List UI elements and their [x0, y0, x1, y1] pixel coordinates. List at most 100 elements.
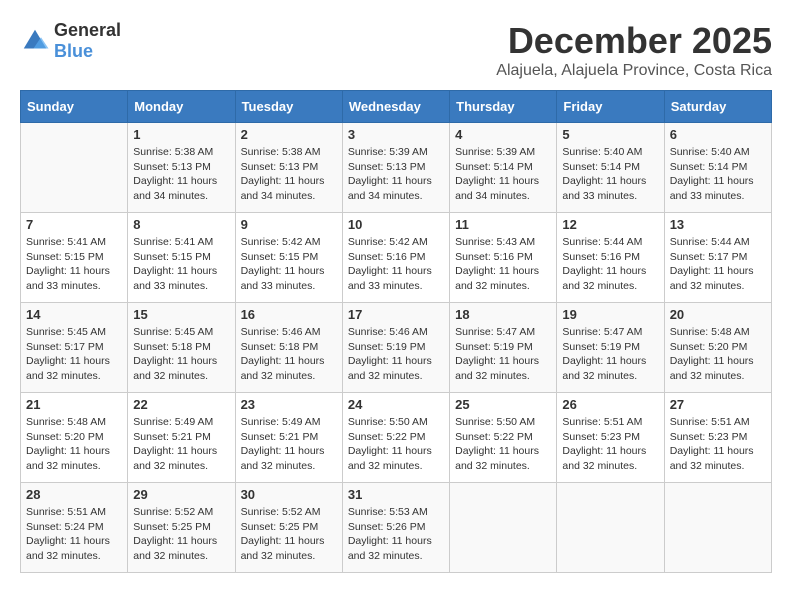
- day-number: 29: [133, 487, 229, 502]
- day-number: 17: [348, 307, 444, 322]
- day-info: Sunrise: 5:41 AMSunset: 5:15 PMDaylight:…: [133, 235, 229, 294]
- day-number: 8: [133, 217, 229, 232]
- day-info: Sunrise: 5:48 AMSunset: 5:20 PMDaylight:…: [26, 415, 122, 474]
- day-info: Sunrise: 5:49 AMSunset: 5:21 PMDaylight:…: [133, 415, 229, 474]
- calendar-cell: 11 Sunrise: 5:43 AMSunset: 5:16 PMDayligh…: [450, 213, 557, 303]
- calendar-cell: 7 Sunrise: 5:41 AMSunset: 5:15 PMDaylight…: [21, 213, 128, 303]
- weekday-header-row: SundayMondayTuesdayWednesdayThursdayFrid…: [21, 91, 772, 123]
- day-number: 5: [562, 127, 658, 142]
- logo-general: General: [54, 20, 121, 40]
- calendar-cell: [557, 483, 664, 573]
- day-number: 11: [455, 217, 551, 232]
- day-number: 9: [241, 217, 337, 232]
- calendar-cell: 30 Sunrise: 5:52 AMSunset: 5:25 PMDayligh…: [235, 483, 342, 573]
- calendar-cell: 12Sunrise: 5:44 AMSunset: 5:16 PMDayligh…: [557, 213, 664, 303]
- day-info: Sunrise: 5:40 AMSunset: 5:14 PMDaylight:…: [670, 145, 766, 204]
- weekday-header-sunday: Sunday: [21, 91, 128, 123]
- day-info: Sunrise: 5:48 AMSunset: 5:20 PMDaylight:…: [670, 325, 766, 384]
- day-number: 20: [670, 307, 766, 322]
- day-info: Sunrise: 5:51 AMSunset: 5:23 PMDaylight:…: [562, 415, 658, 474]
- calendar-cell: 13 Sunrise: 5:44 AMSunset: 5:17 PMDayligh…: [664, 213, 771, 303]
- calendar-cell: 15 Sunrise: 5:45 AMSunset: 5:18 PMDayligh…: [128, 303, 235, 393]
- week-row-5: 28 Sunrise: 5:51 AMSunset: 5:24 PMDayligh…: [21, 483, 772, 573]
- day-number: 30: [241, 487, 337, 502]
- weekday-header-wednesday: Wednesday: [342, 91, 449, 123]
- calendar-cell: 9Sunrise: 5:42 AMSunset: 5:15 PMDaylight…: [235, 213, 342, 303]
- day-number: 16: [241, 307, 337, 322]
- day-info: Sunrise: 5:52 AMSunset: 5:25 PMDaylight:…: [133, 505, 229, 564]
- day-number: 1: [133, 127, 229, 142]
- day-info: Sunrise: 5:43 AMSunset: 5:16 PMDaylight:…: [455, 235, 551, 294]
- day-info: Sunrise: 5:46 AMSunset: 5:19 PMDaylight:…: [348, 325, 444, 384]
- day-info: Sunrise: 5:46 AMSunset: 5:18 PMDaylight:…: [241, 325, 337, 384]
- day-info: Sunrise: 5:41 AMSunset: 5:15 PMDaylight:…: [26, 235, 122, 294]
- day-info: Sunrise: 5:47 AMSunset: 5:19 PMDaylight:…: [455, 325, 551, 384]
- day-info: Sunrise: 5:45 AMSunset: 5:18 PMDaylight:…: [133, 325, 229, 384]
- day-number: 22: [133, 397, 229, 412]
- day-info: Sunrise: 5:51 AMSunset: 5:23 PMDaylight:…: [670, 415, 766, 474]
- calendar-cell: 2 Sunrise: 5:38 AMSunset: 5:13 PMDaylight…: [235, 123, 342, 213]
- calendar-cell: 26Sunrise: 5:51 AMSunset: 5:23 PMDayligh…: [557, 393, 664, 483]
- day-number: 15: [133, 307, 229, 322]
- page-header: General Blue December 2025 Alajuela, Ala…: [20, 20, 772, 80]
- day-info: Sunrise: 5:40 AMSunset: 5:14 PMDaylight:…: [562, 145, 658, 204]
- calendar-cell: 21 Sunrise: 5:48 AMSunset: 5:20 PMDayligh…: [21, 393, 128, 483]
- calendar-cell: 8 Sunrise: 5:41 AMSunset: 5:15 PMDaylight…: [128, 213, 235, 303]
- calendar-cell: 1 Sunrise: 5:38 AMSunset: 5:13 PMDaylight…: [128, 123, 235, 213]
- calendar-cell: 16 Sunrise: 5:46 AMSunset: 5:18 PMDayligh…: [235, 303, 342, 393]
- calendar-cell: 27 Sunrise: 5:51 AMSunset: 5:23 PMDayligh…: [664, 393, 771, 483]
- day-number: 3: [348, 127, 444, 142]
- logo-text: General Blue: [54, 20, 121, 62]
- weekday-header-saturday: Saturday: [664, 91, 771, 123]
- day-number: 7: [26, 217, 122, 232]
- day-info: Sunrise: 5:50 AMSunset: 5:22 PMDaylight:…: [348, 415, 444, 474]
- calendar-cell: 3 Sunrise: 5:39 AMSunset: 5:13 PMDaylight…: [342, 123, 449, 213]
- logo-blue: Blue: [54, 41, 93, 61]
- day-number: 13: [670, 217, 766, 232]
- day-number: 19: [562, 307, 658, 322]
- calendar-cell: 19 Sunrise: 5:47 AMSunset: 5:19 PMDayligh…: [557, 303, 664, 393]
- logo-icon: [20, 26, 50, 56]
- day-number: 2: [241, 127, 337, 142]
- weekday-header-friday: Friday: [557, 91, 664, 123]
- day-number: 4: [455, 127, 551, 142]
- day-info: Sunrise: 5:45 AMSunset: 5:17 PMDaylight:…: [26, 325, 122, 384]
- calendar-cell: 18 Sunrise: 5:47 AMSunset: 5:19 PMDayligh…: [450, 303, 557, 393]
- calendar-cell: 28 Sunrise: 5:51 AMSunset: 5:24 PMDayligh…: [21, 483, 128, 573]
- calendar-cell: 24Sunrise: 5:50 AMSunset: 5:22 PMDayligh…: [342, 393, 449, 483]
- week-row-4: 21 Sunrise: 5:48 AMSunset: 5:20 PMDayligh…: [21, 393, 772, 483]
- weekday-header-monday: Monday: [128, 91, 235, 123]
- day-number: 18: [455, 307, 551, 322]
- calendar-cell: [664, 483, 771, 573]
- day-number: 25: [455, 397, 551, 412]
- main-title: December 2025: [496, 20, 772, 62]
- day-info: Sunrise: 5:53 AMSunset: 5:26 PMDaylight:…: [348, 505, 444, 564]
- day-number: 23: [241, 397, 337, 412]
- calendar-cell: [21, 123, 128, 213]
- day-number: 27: [670, 397, 766, 412]
- day-info: Sunrise: 5:44 AMSunset: 5:17 PMDaylight:…: [670, 235, 766, 294]
- calendar-cell: 5 Sunrise: 5:40 AMSunset: 5:14 PMDaylight…: [557, 123, 664, 213]
- calendar-cell: 14Sunrise: 5:45 AMSunset: 5:17 PMDayligh…: [21, 303, 128, 393]
- day-number: 12: [562, 217, 658, 232]
- day-info: Sunrise: 5:39 AMSunset: 5:14 PMDaylight:…: [455, 145, 551, 204]
- logo: General Blue: [20, 20, 121, 62]
- day-info: Sunrise: 5:52 AMSunset: 5:25 PMDaylight:…: [241, 505, 337, 564]
- day-info: Sunrise: 5:39 AMSunset: 5:13 PMDaylight:…: [348, 145, 444, 204]
- calendar-cell: 25 Sunrise: 5:50 AMSunset: 5:22 PMDayligh…: [450, 393, 557, 483]
- day-info: Sunrise: 5:42 AMSunset: 5:16 PMDaylight:…: [348, 235, 444, 294]
- day-info: Sunrise: 5:51 AMSunset: 5:24 PMDaylight:…: [26, 505, 122, 564]
- day-number: 28: [26, 487, 122, 502]
- weekday-header-tuesday: Tuesday: [235, 91, 342, 123]
- day-info: Sunrise: 5:38 AMSunset: 5:13 PMDaylight:…: [133, 145, 229, 204]
- day-number: 21: [26, 397, 122, 412]
- day-number: 6: [670, 127, 766, 142]
- day-info: Sunrise: 5:38 AMSunset: 5:13 PMDaylight:…: [241, 145, 337, 204]
- calendar-cell: 6 Sunrise: 5:40 AMSunset: 5:14 PMDaylight…: [664, 123, 771, 213]
- calendar-table: SundayMondayTuesdayWednesdayThursdayFrid…: [20, 90, 772, 573]
- day-number: 31: [348, 487, 444, 502]
- calendar-cell: 23Sunrise: 5:49 AMSunset: 5:21 PMDayligh…: [235, 393, 342, 483]
- title-section: December 2025 Alajuela, Alajuela Provinc…: [496, 20, 772, 80]
- day-info: Sunrise: 5:47 AMSunset: 5:19 PMDaylight:…: [562, 325, 658, 384]
- day-info: Sunrise: 5:50 AMSunset: 5:22 PMDaylight:…: [455, 415, 551, 474]
